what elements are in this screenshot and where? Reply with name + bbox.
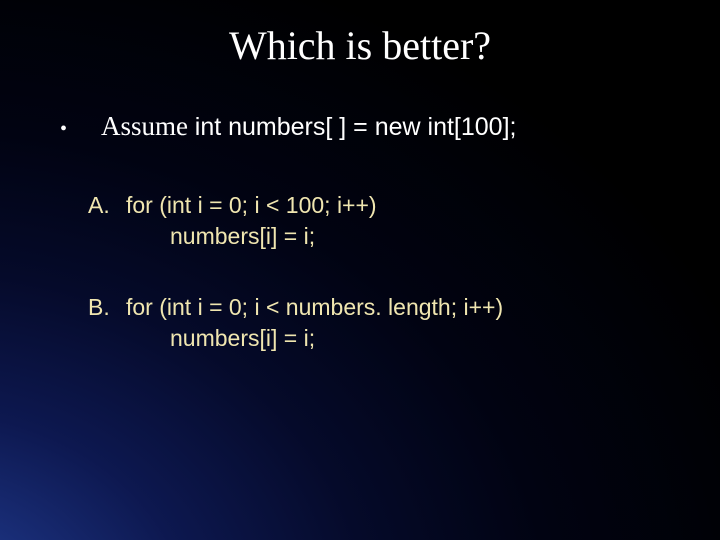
- assume-code: int numbers[ ] = new int[100];: [195, 113, 517, 141]
- option-a-line2: numbers[i] = i;: [126, 221, 377, 252]
- assume-line: Assume int numbers[ ] = new int[100];: [101, 111, 516, 142]
- bullet-icon: •: [60, 119, 67, 139]
- option-b: B. for (int i = 0; i < numbers. length; …: [88, 292, 670, 354]
- option-a-code: for (int i = 0; i < 100; i++) numbers[i]…: [126, 190, 377, 252]
- assume-prefix: Assume: [101, 111, 195, 141]
- option-b-line2: numbers[i] = i;: [126, 323, 503, 354]
- option-a-line1: for (int i = 0; i < 100; i++): [126, 190, 377, 221]
- option-a: A. for (int i = 0; i < 100; i++) numbers…: [88, 190, 670, 252]
- slide: Which is better? • Assume int numbers[ ]…: [0, 0, 720, 540]
- option-a-label: A.: [88, 190, 126, 221]
- slide-title: Which is better?: [50, 22, 670, 69]
- assume-row: • Assume int numbers[ ] = new int[100];: [60, 111, 670, 142]
- option-b-code: for (int i = 0; i < numbers. length; i++…: [126, 292, 503, 354]
- option-b-line1: for (int i = 0; i < numbers. length; i++…: [126, 292, 503, 323]
- option-b-label: B.: [88, 292, 126, 323]
